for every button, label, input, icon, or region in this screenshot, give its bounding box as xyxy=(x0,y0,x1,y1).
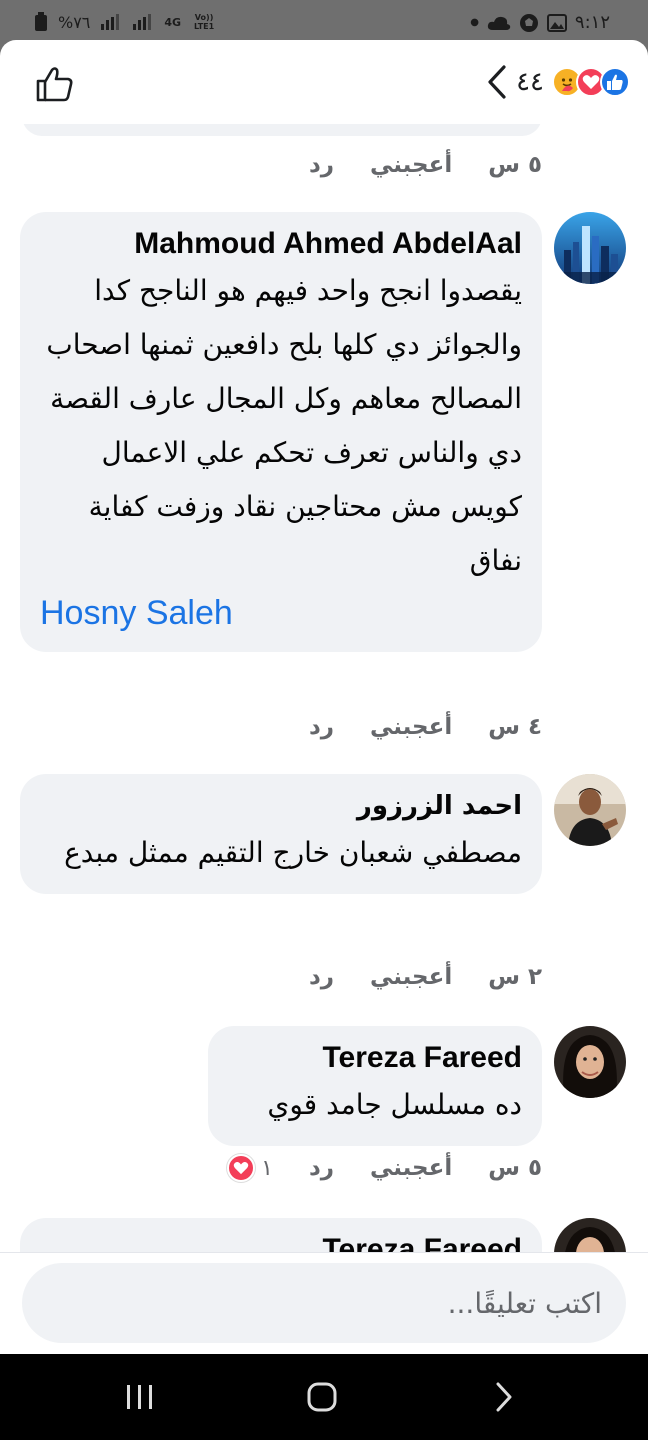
network-type: 4G xyxy=(164,15,182,29)
comment-author[interactable]: Tereza Fareed xyxy=(228,1038,522,1078)
comment-time: ٥ س xyxy=(488,1155,542,1181)
avatar[interactable] xyxy=(554,1026,626,1098)
reaction-count: ٤٤ xyxy=(516,67,544,97)
previous-comment-bubble xyxy=(22,124,542,136)
comment-reaction-count: ١ xyxy=(261,1155,273,1181)
like-post-button[interactable] xyxy=(34,64,74,104)
comment-item: احمد الزرزور مصطفي شعبان خارج التقيم ممث… xyxy=(0,774,648,954)
volte-indicator: Vo)) LTE1 xyxy=(193,13,215,31)
cloud-icon xyxy=(487,16,511,30)
comment-text: يقصدوا انجح واحد فيهم هو الناجح كدا والج… xyxy=(46,274,522,577)
comment-meta-row: ٥ س أعجبني رد xyxy=(309,152,542,178)
comment-bubble[interactable]: Tereza Fareed ده مسلسل جامد قوي xyxy=(208,1026,542,1146)
comment-text: مصطفي شعبان خارج التقيم ممثل مبدع xyxy=(64,836,522,869)
reply-button[interactable]: رد xyxy=(309,714,334,740)
avatar[interactable] xyxy=(554,1218,626,1252)
comment-text: ده مسلسل جامد قوي xyxy=(267,1088,522,1121)
like-comment-button[interactable]: أعجبني xyxy=(370,152,452,178)
comment-time: ٥ س xyxy=(488,152,542,178)
recent-apps-icon xyxy=(127,1385,152,1409)
comment-author[interactable]: Mahmoud Ahmed AbdelAal xyxy=(40,224,522,264)
chevron-left-icon[interactable] xyxy=(486,64,508,100)
comment-bubble[interactable]: Mahmoud Ahmed AbdelAal يقصدوا انجح واحد … xyxy=(20,212,542,652)
clock: ٩:١٢ xyxy=(574,12,610,33)
reactions-summary[interactable]: ٤٤ xyxy=(486,64,630,100)
love-reaction-icon xyxy=(227,1154,256,1182)
comment-item: Tereza Fareed xyxy=(0,1218,648,1252)
avatar[interactable] xyxy=(554,212,626,284)
comments-header: ٤٤ xyxy=(0,40,648,124)
comment-author[interactable]: Tereza Fareed xyxy=(40,1230,522,1252)
comment-item: Tereza Fareed ده مسلسل جامد قوي xyxy=(0,1026,648,1146)
comments-sheet: ٤٤ ٥ س أعجبني رد Mahmoud Ahmed AbdelAal … xyxy=(0,40,648,1354)
comment-bubble[interactable]: Tereza Fareed xyxy=(20,1218,542,1252)
signal-icon xyxy=(101,14,120,30)
status-bar: %٧٦ 4G Vo)) LTE1 ● ٩:١٢ xyxy=(0,0,648,44)
ball-icon xyxy=(519,13,538,32)
recent-apps-button[interactable] xyxy=(110,1374,170,1420)
comment-item: Mahmoud Ahmed AbdelAal يقصدوا انجح واحد … xyxy=(0,212,648,712)
comment-input[interactable] xyxy=(22,1263,626,1343)
comment-reaction-chip[interactable]: ١ xyxy=(227,1154,273,1182)
comment-meta-row: ٢ س أعجبني رد xyxy=(309,964,542,990)
battery-level: %٧٦ xyxy=(58,12,91,32)
chevron-right-icon xyxy=(496,1382,512,1412)
mention-link[interactable]: Hosny Saleh xyxy=(40,588,522,638)
status-left: %٧٦ 4G Vo)) LTE1 xyxy=(34,12,217,32)
comment-bubble[interactable]: احمد الزرزور مصطفي شعبان خارج التقيم ممث… xyxy=(20,774,542,894)
comment-time: ٢ س xyxy=(488,964,542,990)
comment-author[interactable]: احمد الزرزور xyxy=(40,786,522,826)
battery-icon xyxy=(35,12,47,31)
comment-meta-row: ٤ س أعجبني رد xyxy=(309,714,542,740)
back-button[interactable] xyxy=(474,1374,534,1420)
system-nav-bar xyxy=(0,1354,648,1440)
home-icon xyxy=(307,1382,337,1412)
like-comment-button[interactable]: أعجبني xyxy=(370,964,452,990)
status-right: ● ٩:١٢ xyxy=(470,12,610,33)
reply-button[interactable]: رد xyxy=(309,1155,334,1181)
comment-meta-row: ٥ س أعجبني رد ١ xyxy=(227,1154,542,1182)
avatar[interactable] xyxy=(554,774,626,846)
like-comment-button[interactable]: أعجبني xyxy=(370,1155,452,1181)
thumbs-up-icon xyxy=(36,67,73,102)
reply-button[interactable]: رد xyxy=(309,152,334,178)
comment-composer xyxy=(0,1252,648,1354)
comment-time: ٤ س xyxy=(488,714,542,740)
gallery-icon xyxy=(546,13,567,32)
like-comment-button[interactable]: أعجبني xyxy=(370,714,452,740)
reply-button[interactable]: رد xyxy=(309,964,334,990)
comments-feed: ٥ س أعجبني رد Mahmoud Ahmed AbdelAal يقص… xyxy=(0,124,648,1252)
like-reaction-icon xyxy=(600,67,630,97)
reaction-icons xyxy=(552,67,630,97)
dot-icon: ● xyxy=(470,17,479,28)
home-button[interactable] xyxy=(292,1374,352,1420)
signal-icon-2 xyxy=(133,14,152,30)
